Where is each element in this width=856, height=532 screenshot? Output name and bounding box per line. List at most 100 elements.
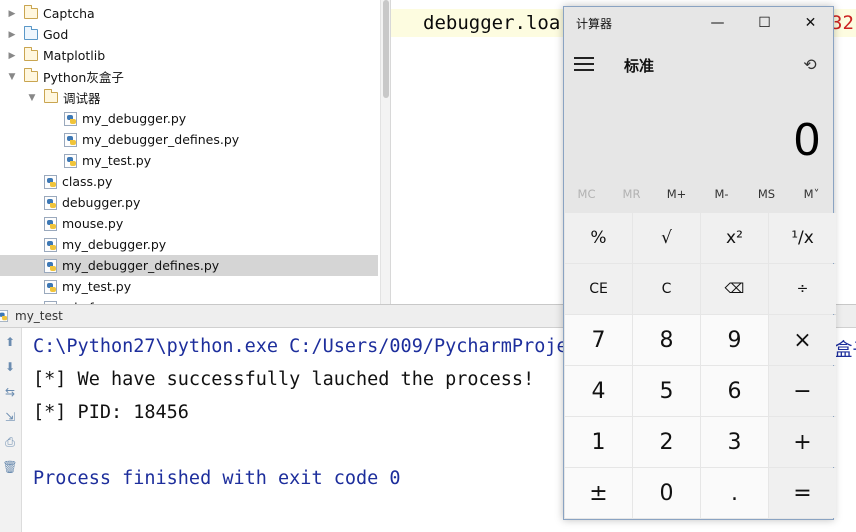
tree-folder[interactable]: ▶ God [0, 24, 378, 45]
python-file-icon [0, 310, 9, 322]
calculator-window: 计算器 — ☐ ✕ 标准 ⟲ 0 MC MR M+ M- MS M˅ % √ x² ¹/x CE C… [563, 6, 836, 520]
python-file-icon [44, 216, 57, 231]
digit-7-button[interactable]: 7 [565, 315, 632, 365]
tree-file[interactable]: ▶my_test.py [0, 150, 378, 171]
square-button[interactable]: x² [701, 213, 768, 263]
digit-8-button[interactable]: 8 [633, 315, 700, 365]
editor-code-number: 32 [831, 12, 854, 34]
tree-item-label: my_debugger_defines.py [62, 258, 220, 273]
chevron-down-icon[interactable]: ▼ [26, 92, 38, 104]
folder-icon [23, 68, 38, 82]
console-line: C:\Python27\python.exe C:/Users/009/Pych… [33, 336, 568, 357]
folder-icon [23, 26, 38, 40]
python-file-icon [44, 237, 57, 252]
calculator-mode-label: 标准 [624, 57, 655, 75]
tree-file[interactable]: ▶my_test.py [0, 276, 378, 297]
reciprocal-button[interactable]: ¹/x [769, 213, 836, 263]
hamburger-menu-icon[interactable] [574, 53, 602, 73]
digit-3-button[interactable]: 3 [701, 417, 768, 467]
python-file-icon [64, 111, 77, 126]
digit-6-button[interactable]: 6 [701, 366, 768, 416]
chevron-down-icon[interactable]: ▼ [6, 71, 18, 83]
memory-button[interactable]: MC [564, 187, 609, 205]
folder-icon [43, 89, 58, 103]
equals-button[interactable]: = [769, 468, 836, 518]
tree-file[interactable]: ▶mouse.py [0, 213, 378, 234]
console-line: [*] PID: 18456 [33, 402, 189, 423]
folder-icon [23, 47, 38, 61]
tree-folder[interactable]: ▼ Python灰盒子 [0, 66, 378, 87]
python-file-icon [44, 258, 57, 273]
calculator-title: 计算器 [576, 17, 613, 31]
python-file-icon [44, 174, 57, 189]
digit-1-button[interactable]: 1 [565, 417, 632, 467]
minus-button[interactable]: − [769, 366, 836, 416]
tree-item-label: 调试器 [63, 91, 101, 106]
calculator-titlebar[interactable]: 计算器 — ☐ ✕ [564, 7, 833, 39]
decimal-button[interactable]: . [701, 468, 768, 518]
tree-item-label: my_test.py [62, 279, 132, 294]
history-icon[interactable]: ⟲ [799, 53, 821, 75]
percent-button[interactable]: % [565, 213, 632, 263]
digit-4-button[interactable]: 4 [565, 366, 632, 416]
soft-wrap-icon[interactable]: ⇆ [2, 384, 18, 400]
tree-folder[interactable]: ▶ Captcha [0, 3, 378, 24]
run-toolbar: ⬆ ⬇ ⇆ ⇲ ⎙ 🗑 [0, 328, 22, 532]
chevron-right-icon[interactable]: ▶ [6, 50, 18, 62]
memory-button[interactable]: MS [744, 187, 789, 205]
chevron-right-icon[interactable]: ▶ [6, 29, 18, 41]
tree-item-label: debugger.py [62, 195, 141, 210]
tree-item-label: Matplotlib [43, 48, 106, 63]
tree-folder[interactable]: ▶ Matplotlib [0, 45, 378, 66]
tree-item-label: mouse.py [62, 216, 124, 231]
digit-0-button[interactable]: 0 [633, 468, 700, 518]
tree-file[interactable]: ▶my_debugger.py [0, 234, 378, 255]
clear-button[interactable]: C [633, 264, 700, 314]
digit-5-button[interactable]: 5 [633, 366, 700, 416]
console-line-tail: 盒子 [834, 340, 856, 361]
minimize-button[interactable]: — [695, 9, 740, 37]
scroll-to-end-icon[interactable]: ⇲ [2, 409, 18, 425]
python-file-icon [44, 195, 57, 210]
tree-scrollbar[interactable] [380, 0, 390, 304]
print-icon[interactable]: ⎙ [2, 434, 18, 450]
divide-button[interactable]: ÷ [769, 264, 836, 314]
python-file-icon [64, 153, 77, 168]
tree-item-label: my_debugger.py [62, 237, 167, 252]
digit-2-button[interactable]: 2 [633, 417, 700, 467]
tree-item-label: class.py [62, 174, 113, 189]
close-button[interactable]: ✕ [788, 9, 833, 37]
memory-button[interactable]: M+ [654, 187, 699, 205]
tree-file[interactable]: ▶my_debugger_defines.py [0, 255, 378, 276]
sqrt-button[interactable]: √ [633, 213, 700, 263]
plus-button[interactable]: + [769, 417, 836, 467]
memory-button[interactable]: M- [699, 187, 744, 205]
multiply-button[interactable]: × [769, 315, 836, 365]
trash-icon[interactable]: 🗑 [2, 459, 18, 475]
clear-entry-button[interactable]: CE [565, 264, 632, 314]
tree-file[interactable]: ▶my_debugger.py [0, 108, 378, 129]
tree-file[interactable]: ▶my_debugger_defines.py [0, 129, 378, 150]
negate-button[interactable]: ± [565, 468, 632, 518]
run-tab-label[interactable]: my_test [15, 309, 63, 323]
tree-file[interactable]: ▶class.py [0, 171, 378, 192]
tree-scrollbar-thumb[interactable] [383, 0, 389, 98]
chevron-right-icon[interactable]: ▶ [6, 8, 18, 20]
tree-folder[interactable]: ▼ 调试器 [0, 87, 378, 108]
tree-item-label: God [43, 27, 69, 42]
memory-button[interactable]: M˅ [789, 187, 834, 205]
digit-9-button[interactable]: 9 [701, 315, 768, 365]
backspace-button[interactable]: ⌫ [701, 264, 768, 314]
calculator-display: 0 [793, 115, 821, 166]
tree-file[interactable]: ▶ode.f... [0, 297, 378, 304]
editor-code-text: debugger.loa [423, 12, 561, 34]
memory-button[interactable]: MR [609, 187, 654, 205]
arrow-down-icon[interactable]: ⬇ [2, 359, 18, 375]
python-file-icon [44, 279, 57, 294]
tree-item-label: Python灰盒子 [43, 70, 124, 85]
tree-file[interactable]: ▶debugger.py [0, 192, 378, 213]
tree-item-label: Captcha [43, 6, 95, 21]
maximize-button[interactable]: ☐ [742, 9, 787, 37]
arrow-up-icon[interactable]: ⬆ [2, 334, 18, 350]
tree-item-label: my_debugger_defines.py [82, 132, 240, 147]
